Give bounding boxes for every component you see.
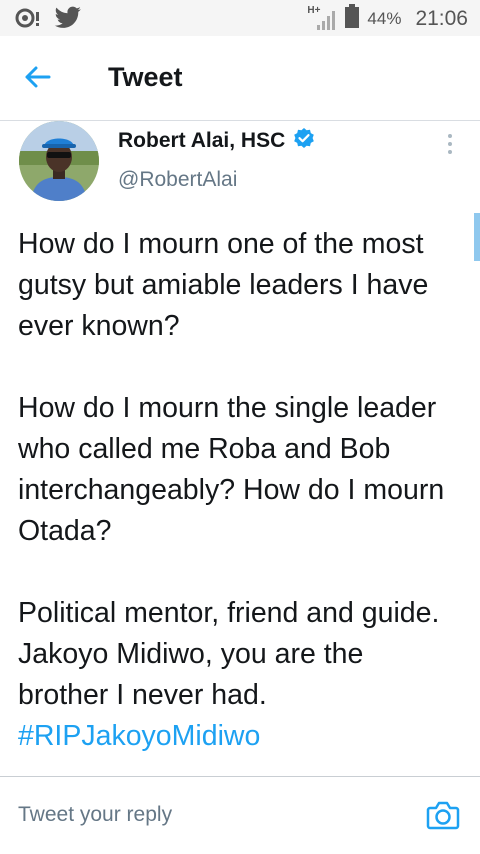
- verified-badge-icon: [293, 127, 315, 154]
- camera-icon: [426, 801, 460, 830]
- twitter-bird-icon: [54, 6, 82, 35]
- reply-bar: Tweet your reply: [0, 777, 480, 854]
- more-options-button[interactable]: [440, 132, 460, 158]
- tweet-paragraph: How do I mourn the single leader who cal…: [18, 392, 445, 547]
- avatar[interactable]: [19, 121, 99, 201]
- tweet-paragraph-text: Political mentor, friend and guide. Jako…: [18, 597, 440, 711]
- author-name-row[interactable]: Robert Alai, HSC: [118, 127, 315, 154]
- reply-input[interactable]: Tweet your reply: [18, 803, 172, 827]
- app-bar: Tweet: [0, 36, 480, 121]
- notification-icon: [14, 6, 44, 35]
- camera-button[interactable]: [426, 799, 462, 833]
- arrow-left-icon: [25, 66, 51, 88]
- page-title: Tweet: [108, 62, 183, 92]
- hashtag-link[interactable]: #RIPJakoyoMidiwo: [18, 716, 448, 757]
- tweet-body: How do I mourn one of the most gutsy but…: [18, 224, 448, 757]
- back-button[interactable]: [22, 62, 62, 98]
- battery-icon: [345, 4, 360, 34]
- status-bar: H+ 44% 21:06: [0, 0, 480, 36]
- signal-icon: H+: [307, 5, 337, 31]
- tweet-paragraph: How do I mourn one of the most gutsy but…: [18, 228, 429, 342]
- tweet-paragraph: Political mentor, friend and guide. Jako…: [18, 593, 448, 757]
- clock: 21:06: [415, 7, 468, 30]
- scrollbar[interactable]: [474, 213, 480, 261]
- more-vertical-icon: [448, 134, 452, 154]
- battery-percent: 44%: [367, 9, 402, 28]
- author-handle[interactable]: @RobertAlai: [118, 168, 237, 192]
- author-display-name[interactable]: Robert Alai, HSC: [118, 129, 285, 153]
